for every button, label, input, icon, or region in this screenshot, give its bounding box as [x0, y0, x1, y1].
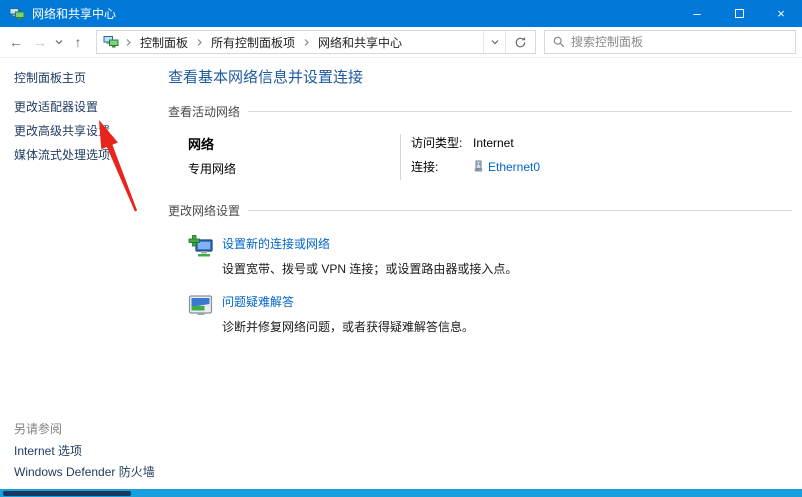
network-sharing-app-icon [9, 7, 25, 20]
connections-label: 连接: [411, 160, 439, 174]
close-icon: × [777, 6, 785, 21]
troubleshoot-problems-link[interactable]: 问题疑难解答 [222, 295, 294, 309]
network-type: 专用网络 [188, 162, 237, 176]
forward-button[interactable]: → [28, 30, 52, 54]
sidebar-item-change-adapter-settings[interactable]: 更改适配器设置 [14, 98, 98, 115]
access-type-value: Internet [473, 135, 514, 150]
ethernet-icon [474, 160, 483, 171]
close-button[interactable]: × [760, 0, 802, 27]
chevron-down-icon [491, 40, 498, 45]
window-controls: – × [676, 0, 802, 27]
sidebar-item-internet-options[interactable]: Internet 选项 [14, 442, 82, 459]
refresh-icon [515, 36, 526, 47]
network-sharing-center-window: 网络和共享中心 – × ← → ↑ 控制面板 所有控制面板项 网络和共享中心 搜… [0, 0, 802, 497]
section-rule [248, 111, 792, 112]
section-rule [248, 210, 792, 211]
maximize-icon [734, 9, 744, 18]
setup-new-connection-link[interactable]: 设置新的连接或网络 [222, 237, 330, 251]
navigation-toolbar: ← → ↑ 控制面板 所有控制面板项 网络和共享中心 [0, 27, 802, 58]
change-settings-section-header: 更改网络设置 [168, 202, 792, 219]
task-troubleshoot-problems: 问题疑难解答 诊断并修复网络问题，或者获得疑难解答信息。 [168, 293, 792, 335]
new-connection-icon [188, 235, 213, 257]
search-icon [553, 36, 565, 48]
up-icon: ↑ [74, 34, 82, 50]
troubleshoot-problems-description: 诊断并修复网络问题，或者获得疑难解答信息。 [222, 320, 475, 334]
network-identity: 网络 专用网络 [168, 134, 400, 180]
page-title: 查看基本网络信息并设置连接 [168, 69, 364, 86]
back-icon: ← [9, 34, 23, 50]
maximize-button[interactable] [718, 0, 760, 27]
address-bar[interactable]: 控制面板 所有控制面板项 网络和共享中心 [96, 30, 536, 54]
window-title: 网络和共享中心 [32, 7, 117, 21]
breadcrumb-network-sharing-center[interactable]: 网络和共享中心 [312, 34, 408, 51]
breadcrumb-separator-icon [123, 38, 134, 47]
access-type-label: 访问类型: [411, 136, 463, 150]
refresh-button[interactable] [505, 31, 535, 53]
breadcrumb-separator-icon [194, 38, 205, 47]
titlebar: 网络和共享中心 – × [0, 0, 802, 27]
sidebar-item-media-streaming-options[interactable]: 媒体流式处理选项 [14, 146, 110, 163]
sidebar-item-control-panel-home[interactable]: 控制面板主页 [14, 69, 86, 86]
network-details: 访问类型: Internet 连接: Ethernet0 [401, 134, 540, 180]
breadcrumb-separator-icon [301, 38, 312, 47]
see-also-header: 另请参阅 [14, 422, 63, 436]
task-texts: 设置新的连接或网络 设置宽带、拨号或 VPN 连接；或设置路由器或接入点。 [222, 235, 517, 277]
address-dropdown-button[interactable] [483, 31, 505, 53]
connections-row: 连接: Ethernet0 [411, 158, 540, 175]
access-type-row: 访问类型: Internet [411, 134, 540, 151]
change-settings-label: 更改网络设置 [168, 204, 241, 218]
minimize-button[interactable]: – [676, 0, 718, 27]
taskbar-edge [0, 489, 802, 497]
taskbar-partial-content [3, 491, 131, 496]
recent-locations-button[interactable] [52, 38, 66, 46]
task-texts: 问题疑难解答 诊断并修复网络问题，或者获得疑难解答信息。 [222, 293, 474, 335]
network-name: 网络 [188, 137, 215, 152]
search-input[interactable] [571, 35, 795, 49]
minimize-icon: – [693, 6, 701, 21]
up-button[interactable]: ↑ [66, 30, 90, 54]
back-button[interactable]: ← [4, 30, 28, 54]
connection-link-wrap: Ethernet0 [473, 160, 540, 174]
main-content: 查看基本网络信息并设置连接 查看活动网络 网络 专用网络 访问类型: Inter… [168, 57, 792, 335]
search-box[interactable] [544, 30, 796, 54]
chevron-down-icon [55, 40, 63, 45]
forward-icon: → [33, 34, 47, 50]
sidebar-item-change-advanced-sharing[interactable]: 更改高级共享设置 [14, 122, 110, 139]
sidebar-item-windows-defender-firewall[interactable]: Windows Defender 防火墙 [14, 463, 155, 480]
active-networks-section-header: 查看活动网络 [168, 103, 792, 120]
breadcrumb-all-items[interactable]: 所有控制面板项 [205, 34, 301, 51]
ethernet0-link[interactable]: Ethernet0 [488, 160, 540, 174]
task-setup-new-connection: 设置新的连接或网络 设置宽带、拨号或 VPN 连接；或设置路由器或接入点。 [168, 235, 792, 277]
troubleshoot-icon [188, 295, 213, 315]
active-networks-label: 查看活动网络 [168, 105, 241, 119]
active-network-row: 网络 专用网络 访问类型: Internet 连接: Ethernet0 [168, 134, 792, 180]
setup-new-connection-description: 设置宽带、拨号或 VPN 连接；或设置路由器或接入点。 [222, 262, 518, 276]
breadcrumb-control-panel[interactable]: 控制面板 [134, 34, 194, 51]
network-location-icon [103, 36, 119, 48]
